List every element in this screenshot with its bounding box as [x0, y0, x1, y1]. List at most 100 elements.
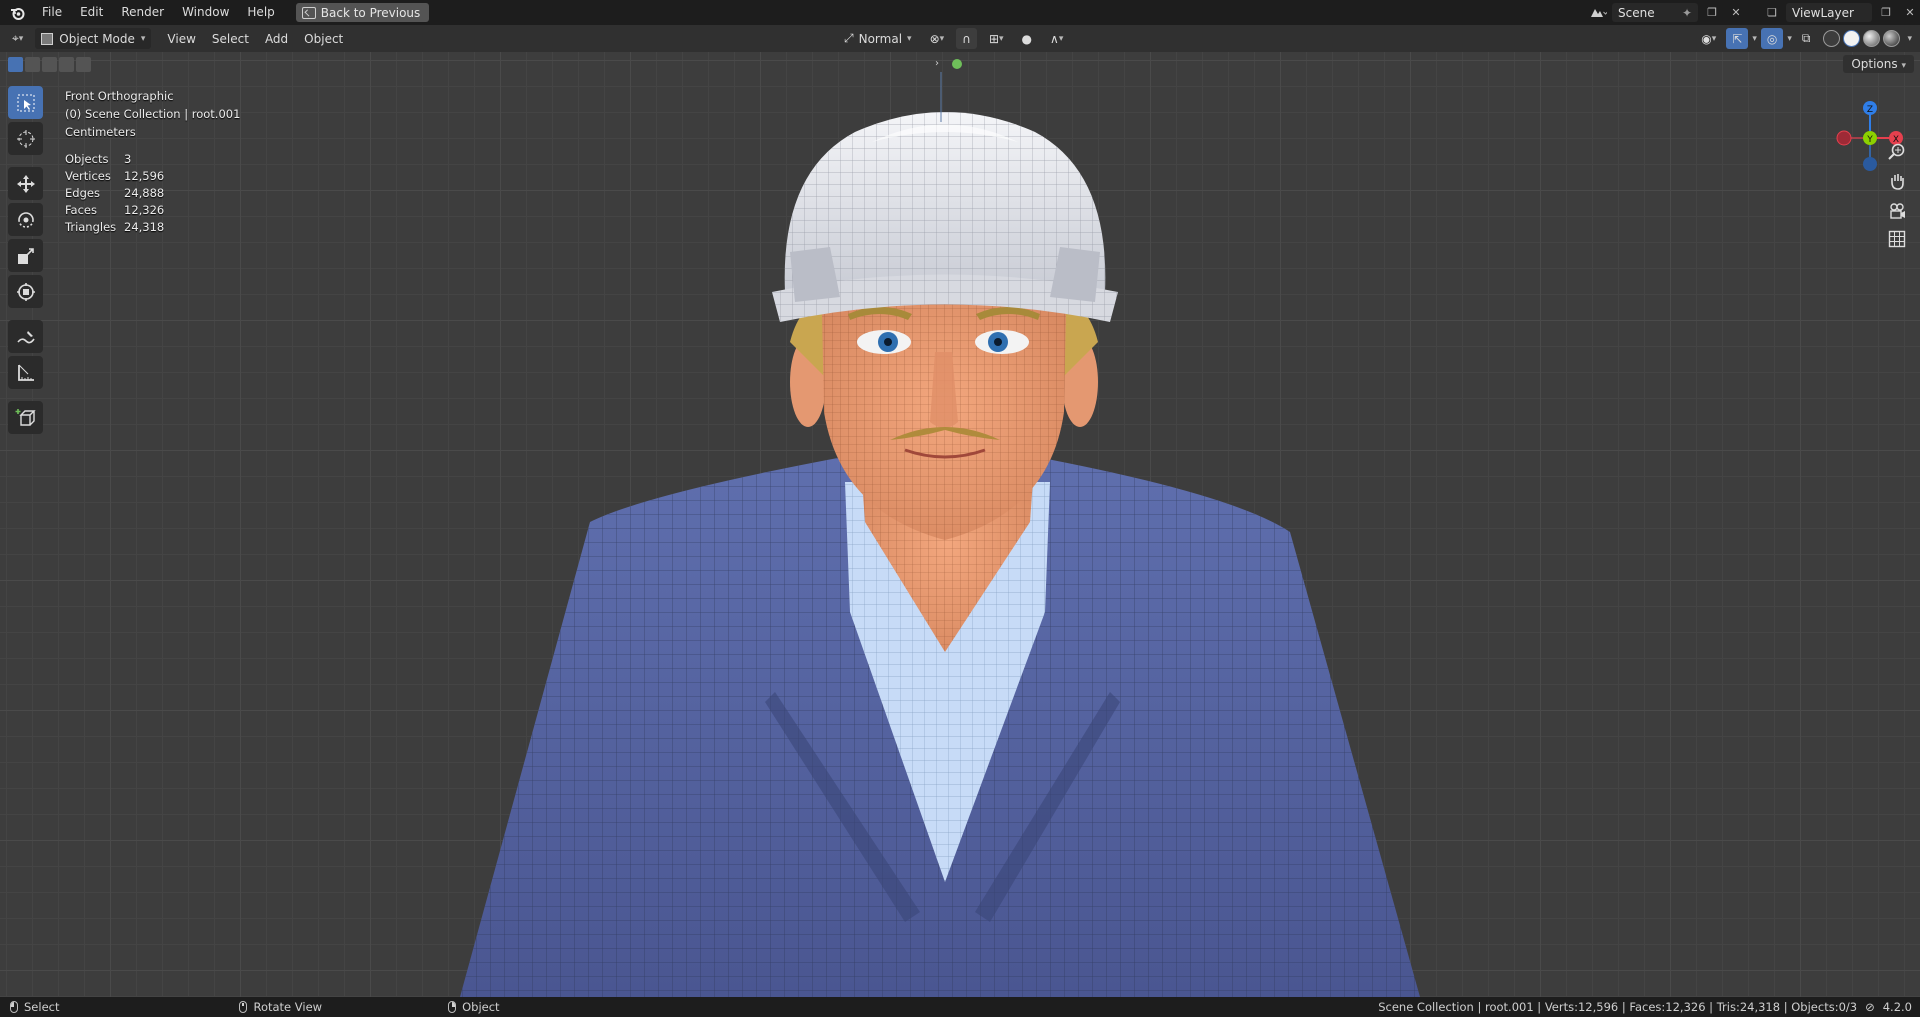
stat-value: 24,318 — [124, 220, 165, 234]
scene-name: Scene — [1618, 5, 1655, 20]
chevron-down-icon: ▾ — [1058, 33, 1064, 44]
chevron-down-icon: ▾ — [939, 33, 945, 44]
proportional-edit-toggle[interactable]: ● — [1016, 28, 1038, 49]
measure-tool[interactable] — [8, 356, 43, 389]
view-layer-field[interactable]: ViewLayer — [1786, 3, 1872, 22]
xray-toggle[interactable]: ⧉ — [1796, 28, 1817, 49]
options-dropdown[interactable]: Options ▾ — [1843, 55, 1914, 73]
transform-orientation-label: Normal — [858, 31, 903, 46]
top-menu-bar: File Edit Render Window Help Back to Pre… — [0, 0, 1920, 25]
eye-icon: ◉ — [1701, 31, 1712, 46]
origin-icon[interactable] — [952, 59, 962, 69]
transform-orientation-dropdown[interactable]: ⤢ Normal ▾ — [838, 28, 918, 49]
active-collection-label: (0) Scene Collection | root.001 — [65, 107, 241, 121]
cursor-tool[interactable] — [8, 122, 43, 155]
select-box-icon — [17, 94, 34, 111]
right-mouse-icon — [448, 1001, 457, 1013]
select-box-tool[interactable] — [8, 86, 43, 119]
move-tool[interactable] — [8, 167, 43, 200]
collection-expand-chevron-icon[interactable]: › — [935, 58, 939, 69]
neg-z-axis-handle[interactable] — [1863, 157, 1877, 171]
overlays-icon: ◎ — [1766, 31, 1778, 46]
delete-view-layer-icon[interactable]: ✕ — [1900, 3, 1920, 22]
scene-browse-icon[interactable] — [1588, 3, 1608, 22]
snap-target-dropdown[interactable]: ⊞ ▾ — [983, 28, 1010, 49]
transform-icon — [16, 282, 35, 301]
wireframe-shading-button[interactable] — [1823, 30, 1841, 47]
rotate-tool[interactable] — [8, 203, 43, 236]
solid-shading-button[interactable] — [1843, 30, 1861, 47]
magnet-icon: ∩ — [962, 31, 971, 46]
stat-row-vertices: Vertices 12,596 — [65, 168, 240, 185]
3d-viewport[interactable]: › Front Orthographic (0) Scene Collectio… — [0, 52, 1920, 997]
z-axis-label: Z — [1867, 105, 1873, 115]
pin-icon[interactable]: ✦ — [1682, 6, 1692, 20]
editor-type-selector[interactable]: ⌖ ▾ — [6, 28, 29, 49]
scene-statistics: Objects 3 Vertices 12,596 Edges 24,888 Face… — [65, 151, 240, 236]
visibility-dropdown[interactable]: ◉ ▾ — [1695, 28, 1722, 49]
middle-mouse-icon — [239, 1001, 248, 1013]
material-preview-button[interactable] — [1863, 30, 1881, 47]
character-model[interactable] — [0, 52, 1920, 997]
pivot-point-dropdown[interactable]: ⊗ ▾ — [924, 28, 951, 49]
annotate-tool[interactable] — [8, 320, 43, 353]
new-scene-icon[interactable]: ❐ — [1702, 3, 1722, 22]
shading-options-chevron-icon[interactable]: ▾ — [1907, 34, 1912, 44]
view-layer-browse-icon[interactable]: ❏ — [1762, 3, 1782, 22]
status-object-hint: Object — [448, 1000, 500, 1014]
snap-toggle[interactable]: ∩ — [956, 28, 977, 49]
units-label: Centimeters — [65, 125, 136, 139]
chevron-down-icon: ▾ — [907, 33, 912, 44]
menu-file[interactable]: File — [33, 0, 71, 25]
top-right-controls: Scene ✦ ❐ ✕ ❏ ViewLayer ❐ ✕ — [1588, 0, 1920, 25]
falloff-dropdown[interactable]: ∧ ▾ — [1044, 28, 1069, 49]
zoom-icon[interactable] — [1884, 138, 1910, 164]
menu-edit[interactable]: Edit — [71, 0, 112, 25]
gizmo-toggle[interactable]: ⇱ — [1726, 28, 1749, 49]
transform-tool[interactable] — [8, 275, 43, 308]
stat-value: 24,888 — [124, 186, 165, 200]
camera-icon[interactable] — [1884, 198, 1910, 224]
status-bar: Select Rotate View Object Scene Collecti… — [0, 997, 1920, 1017]
object-menu[interactable]: Object — [298, 28, 349, 49]
stat-row-triangles: Triangles 24,318 — [65, 219, 240, 236]
menu-render[interactable]: Render — [112, 0, 173, 25]
blender-logo-icon[interactable] — [9, 5, 25, 21]
gizmo-options-chevron-icon[interactable]: ▾ — [1752, 34, 1757, 44]
add-menu[interactable]: Add — [259, 28, 294, 49]
view-layer-name: ViewLayer — [1792, 5, 1854, 20]
menu-window[interactable]: Window — [173, 0, 238, 25]
shading-modes — [1820, 28, 1903, 49]
view-menu[interactable]: View — [161, 28, 201, 49]
new-view-layer-icon[interactable]: ❐ — [1876, 3, 1896, 22]
overlays-toggle[interactable]: ◎ — [1760, 28, 1784, 49]
rendered-shading-button[interactable] — [1883, 30, 1901, 47]
neg-x-axis-handle[interactable] — [1836, 130, 1852, 146]
delete-scene-icon[interactable]: ✕ — [1726, 3, 1746, 22]
select-menu[interactable]: Select — [206, 28, 255, 49]
status-select-hint: Select — [10, 1000, 59, 1014]
overlays-options-chevron-icon[interactable]: ▾ — [1787, 34, 1792, 44]
network-off-icon: ⊘ — [1865, 1000, 1875, 1014]
measure-icon — [17, 364, 34, 381]
menu-help[interactable]: Help — [238, 0, 283, 25]
status-rotate-hint: Rotate View — [239, 1000, 322, 1014]
gizmo-icon: ⇱ — [1732, 31, 1743, 46]
add-cube-tool[interactable] — [8, 401, 43, 434]
scene-name-field[interactable]: Scene ✦ — [1612, 3, 1698, 22]
object-mode-icon — [41, 32, 54, 45]
chevron-down-icon: ▾ — [999, 33, 1004, 44]
stat-label: Edges — [65, 186, 100, 200]
stat-label: Triangles — [65, 220, 117, 234]
y-axis-label: Y — [1866, 135, 1873, 145]
stat-label: Objects — [65, 152, 109, 166]
snap-target-icon: ⊞ — [988, 31, 1000, 46]
options-label: Options — [1851, 57, 1898, 71]
status-object-label: Object — [462, 1000, 500, 1014]
grid-icon[interactable] — [1884, 226, 1910, 252]
back-to-previous-button[interactable]: Back to Previous — [295, 3, 430, 22]
scale-tool[interactable] — [8, 239, 43, 272]
pan-hand-icon[interactable] — [1884, 168, 1910, 194]
object-mode-dropdown[interactable]: Object Mode ▾ — [35, 28, 152, 49]
transform-controls: ⤢ Normal ▾ ⊗ ▾ ∩ ⊞ ▾ ● ∧ ▾ — [838, 28, 1069, 49]
